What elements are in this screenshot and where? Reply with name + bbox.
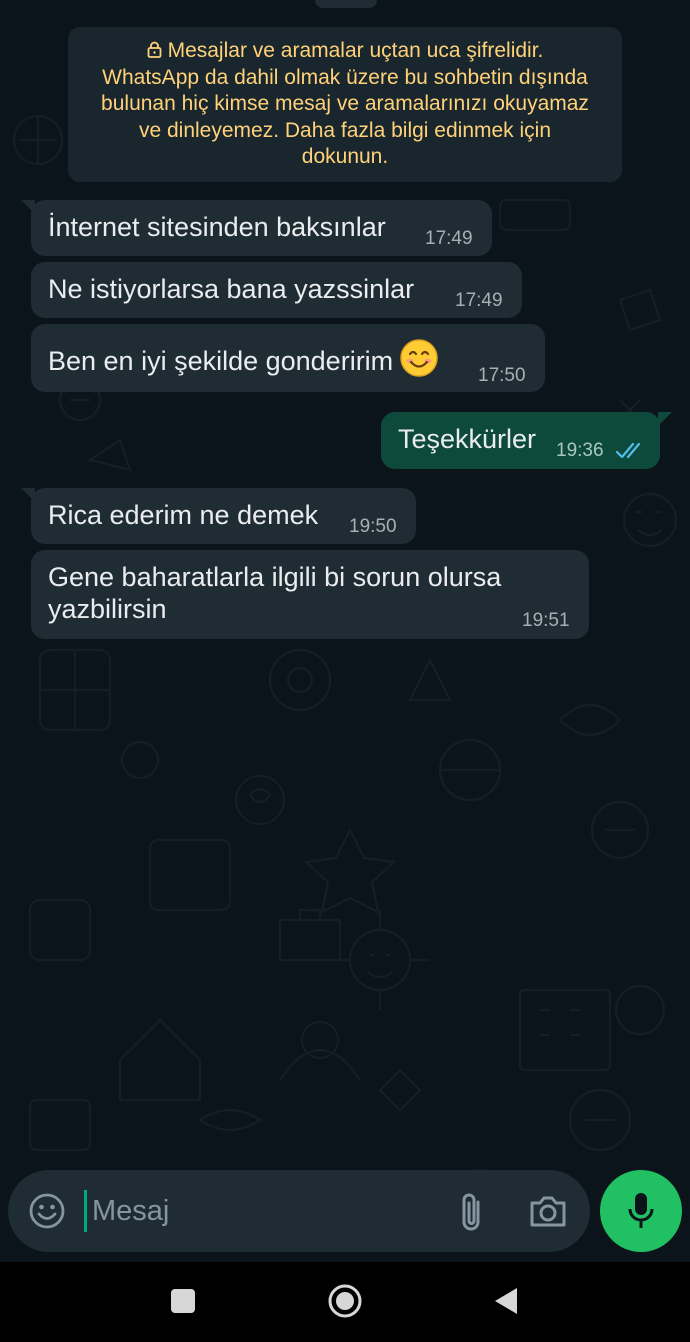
incoming-message[interactable]: Ben en iyi şekilde gonderirim 17:50 bbox=[31, 324, 545, 392]
encryption-notice-line-1: Mesajlar ve aramalar uçtan uca şifrelidi… bbox=[82, 38, 608, 65]
message-composer bbox=[8, 1170, 590, 1252]
incoming-message[interactable]: Gene baharatlarla ilgili bi sorun olursa… bbox=[31, 550, 589, 639]
message-time: 19:51 bbox=[522, 610, 570, 631]
smiling-face-icon bbox=[400, 339, 438, 377]
message-list[interactable]: Mesajlar ve aramalar uçtan uca şifrelidi… bbox=[0, 0, 690, 1160]
bubble-tail bbox=[21, 488, 35, 502]
message-time: 19:36 bbox=[556, 440, 604, 461]
message-text-line-1: Gene baharatlarla ilgili bi sorun olursa bbox=[48, 562, 502, 592]
message-time: 19:50 bbox=[349, 516, 397, 537]
bubble-tail bbox=[21, 200, 35, 214]
message-time: 17:49 bbox=[425, 228, 473, 249]
lock-icon bbox=[147, 41, 161, 58]
incoming-message[interactable]: Ne istiyorlarsa bana yazssinlar 17:49 bbox=[31, 262, 522, 318]
encryption-notice[interactable]: Mesajlar ve aramalar uçtan uca şifrelidi… bbox=[68, 27, 622, 182]
triangle-back-icon[interactable] bbox=[493, 1286, 519, 1316]
square-recents-icon[interactable] bbox=[171, 1289, 195, 1313]
circle-home-icon[interactable] bbox=[327, 1283, 363, 1319]
message-text-line-2: yazbilirsin bbox=[48, 594, 167, 624]
text-cursor bbox=[84, 1190, 87, 1232]
encryption-notice-line-3: bulunan hiç kimse mesaj ve aramalarınızı… bbox=[101, 92, 589, 115]
outgoing-message[interactable]: Teşekkürler 19:36 bbox=[381, 412, 672, 469]
voice-record-button[interactable] bbox=[600, 1170, 682, 1252]
paperclip-icon[interactable] bbox=[454, 1190, 490, 1234]
message-input[interactable] bbox=[92, 1188, 432, 1234]
encryption-notice-line-5: dokunun. bbox=[301, 145, 389, 168]
message-time: 17:49 bbox=[455, 290, 503, 311]
incoming-message[interactable]: İnternet sitesinden baksınlar 17:49 bbox=[21, 200, 492, 256]
message-time: 17:50 bbox=[478, 365, 526, 386]
message-text: Ben en iyi şekilde gonderirim bbox=[48, 338, 439, 378]
incoming-message[interactable]: Rica ederim ne demek 19:50 bbox=[21, 488, 416, 544]
read-double-check-icon bbox=[615, 442, 641, 459]
encryption-notice-line-2: WhatsApp da dahil olmak üzere bu sohbeti… bbox=[102, 65, 588, 89]
date-chip-partial bbox=[315, 0, 377, 8]
camera-icon[interactable] bbox=[528, 1192, 568, 1230]
bubble-tail bbox=[658, 412, 672, 426]
message-text: İnternet sitesinden baksınlar bbox=[48, 212, 386, 242]
message-text: Teşekkürler bbox=[398, 424, 537, 454]
chat-screen: Mesajlar ve aramalar uçtan uca şifrelidi… bbox=[0, 0, 690, 1342]
emoji-icon[interactable] bbox=[28, 1192, 66, 1230]
message-text: Ne istiyorlarsa bana yazssinlar bbox=[48, 274, 415, 304]
microphone-icon bbox=[628, 1193, 654, 1228]
message-text: Rica ederim ne demek bbox=[48, 500, 319, 530]
encryption-notice-line-4: ve dinleyemez. Daha fazla bilgi edinmek … bbox=[138, 118, 552, 142]
